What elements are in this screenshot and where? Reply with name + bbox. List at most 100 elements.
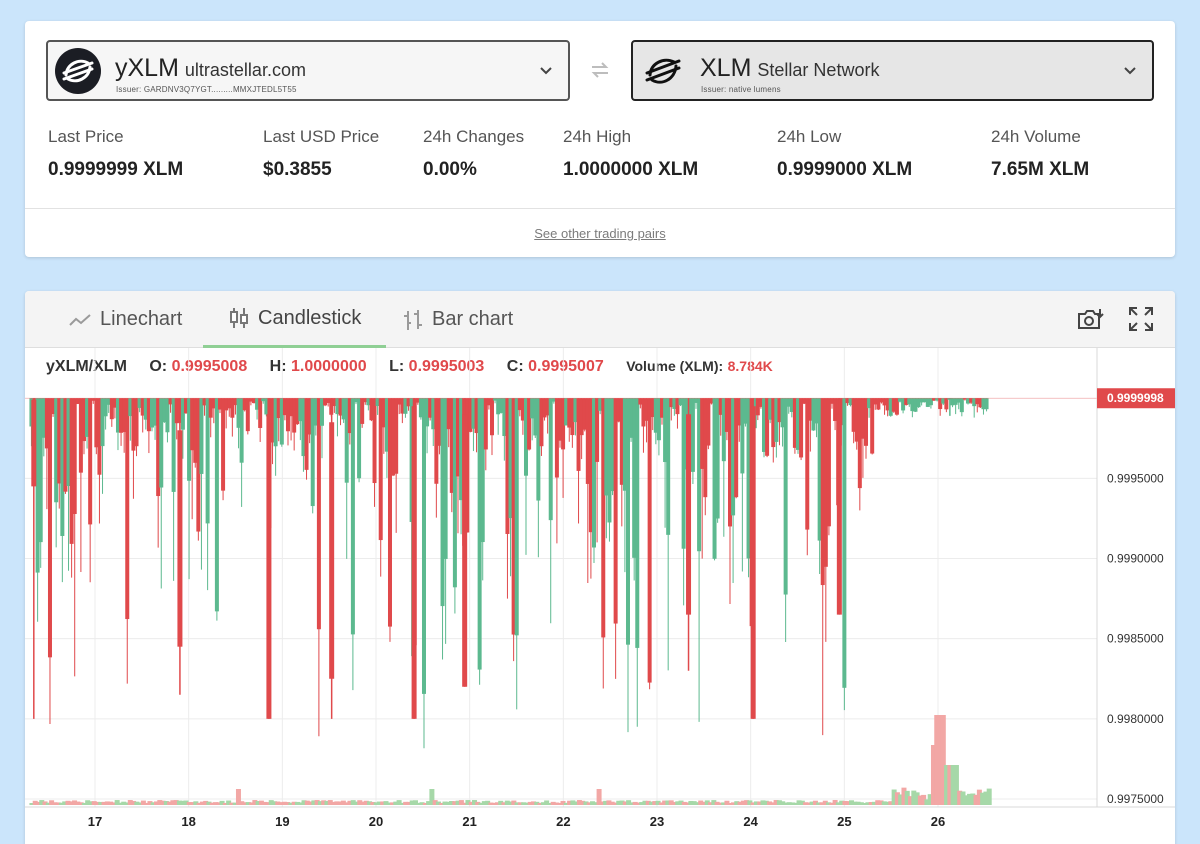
x-tick-label: 21 (462, 814, 476, 829)
x-tick-label: 24 (743, 814, 758, 829)
stat-value: $0.3855 (263, 159, 332, 180)
candle-body (372, 398, 377, 484)
stat-label: 24h Changes (423, 127, 525, 146)
candle-body (666, 398, 671, 535)
candle-body (72, 398, 77, 515)
x-tick-label: 18 (181, 814, 195, 829)
volume-bar (986, 788, 992, 805)
counter-asset-domain: Stellar Network (757, 60, 880, 80)
stat-label: Last USD Price (263, 127, 380, 146)
candle-body (394, 398, 399, 474)
candle-body (245, 398, 250, 432)
candle-body (842, 398, 847, 688)
counter-asset-code: XLM Stellar Network (700, 54, 880, 82)
x-tick-label: 25 (837, 814, 851, 829)
stat-24h-volume: 24h Volume 7.65M XLM (991, 127, 1089, 181)
base-asset-domain: ultrastellar.com (184, 60, 306, 80)
y-tick-label: 0.9990000 (1107, 552, 1164, 566)
candle-body (421, 398, 426, 694)
candle-body (483, 398, 488, 450)
x-tick-label: 26 (931, 814, 945, 829)
barchart-icon (404, 309, 422, 330)
x-tick-label: 23 (650, 814, 664, 829)
y-tick-label: 0.9980000 (1107, 712, 1164, 726)
stat-value: 7.65M XLM (991, 159, 1090, 180)
candle-body (750, 406, 756, 719)
candle-body (329, 422, 335, 679)
stat-last-price: Last Price 0.9999999 XLM (48, 127, 183, 181)
base-asset-code: yXLM ultrastellar.com (115, 54, 306, 82)
stellar-rocket-icon (55, 48, 101, 94)
other-trading-pairs-link[interactable]: See other trading pairs (25, 226, 1175, 241)
y-tick-label: 0.9985000 (1107, 632, 1164, 646)
candle-body (31, 399, 37, 487)
candle-body (690, 398, 695, 472)
stat-value: 0.00% (423, 159, 477, 180)
fullscreen-icon[interactable] (1129, 307, 1153, 331)
stat-value: 1.0000000 XLM (563, 159, 699, 180)
candle-body (462, 414, 468, 687)
candlestick-chart[interactable]: 0.9995000 0.9990000 0.9985000 0.9980000 0.99… (25, 348, 1175, 844)
stat-label: Last Price (48, 127, 124, 146)
candle-body (548, 398, 553, 521)
chevron-down-icon (1124, 67, 1136, 75)
stat-value: 0.9999000 XLM (777, 159, 913, 180)
candle-body (613, 398, 618, 624)
candle-body (783, 398, 788, 595)
last-price-label: 0.9999998 (1107, 391, 1164, 405)
tab-barchart[interactable]: Bar chart (403, 291, 513, 348)
candle-body (959, 398, 964, 413)
pair-card: yXLM ultrastellar.com Issuer: GARDNV3Q7YG… (25, 21, 1175, 257)
candle-body (799, 398, 804, 458)
candle-body (214, 398, 219, 612)
tab-candlestick[interactable]: Candlestick (203, 291, 387, 348)
x-tick-label: 22 (556, 814, 570, 829)
candle-body (686, 414, 692, 615)
divider (25, 208, 1175, 209)
camera-icon[interactable] (1077, 307, 1105, 331)
x-tick-label: 20 (369, 814, 383, 829)
x-tick-label: 19 (275, 814, 289, 829)
candle-body (514, 398, 519, 636)
stat-24h-high: 24h High 1.0000000 XLM (563, 127, 698, 181)
candle-body (715, 398, 720, 519)
candle-body (489, 398, 494, 436)
candle-body (350, 398, 355, 635)
candle-body (316, 398, 321, 630)
candle-body (870, 398, 875, 454)
linechart-icon (69, 313, 91, 326)
candle-body (177, 430, 183, 647)
chart-card: Linechart Candlestick Bar chart yXLM/XLM… (25, 291, 1175, 844)
candle-body (221, 398, 226, 491)
counter-asset-issuer: Issuer: native lumens (701, 85, 781, 94)
tab-label: Linechart (100, 308, 183, 330)
candle-body (635, 398, 640, 648)
base-asset-select[interactable]: yXLM ultrastellar.com Issuer: GARDNV3Q7YG… (46, 40, 570, 101)
candle-body (47, 398, 52, 658)
tab-linechart[interactable]: Linechart (69, 291, 182, 348)
y-tick-label: 0.9975000 (1107, 792, 1164, 806)
y-tick-label: 0.9995000 (1107, 471, 1164, 485)
base-asset-issuer: Issuer: GARDNV3Q7YGT.........MMXJTEDL5T5… (116, 85, 297, 94)
counter-asset-select[interactable]: XLM Stellar Network Issuer: native lumens (631, 40, 1154, 101)
candle-body (266, 414, 272, 719)
candle-body (984, 398, 989, 410)
stat-last-usd-price: Last USD Price $0.3855 (263, 127, 379, 181)
swap-arrows-icon[interactable] (590, 61, 610, 79)
candle-body (88, 398, 93, 525)
stat-label: 24h Low (777, 127, 842, 146)
stellar-rocket-icon (640, 48, 686, 94)
candle-body (944, 398, 949, 410)
chevron-down-icon (540, 67, 552, 75)
chart-type-tabs: Linechart Candlestick Bar chart (25, 291, 1175, 348)
stat-value: 0.9999999 XLM (48, 159, 184, 180)
stat-label: 24h Volume (991, 127, 1081, 146)
candlestick-icon (230, 308, 248, 328)
stat-24h-low: 24h Low 0.9999000 XLM (777, 127, 912, 181)
stat-24h-changes: 24h Changes 0.00% (423, 127, 524, 181)
candle-body (826, 398, 831, 527)
tab-label: Bar chart (432, 308, 514, 330)
candle-body (125, 398, 130, 620)
candle-body (647, 398, 652, 683)
tab-label: Candlestick (258, 306, 362, 329)
